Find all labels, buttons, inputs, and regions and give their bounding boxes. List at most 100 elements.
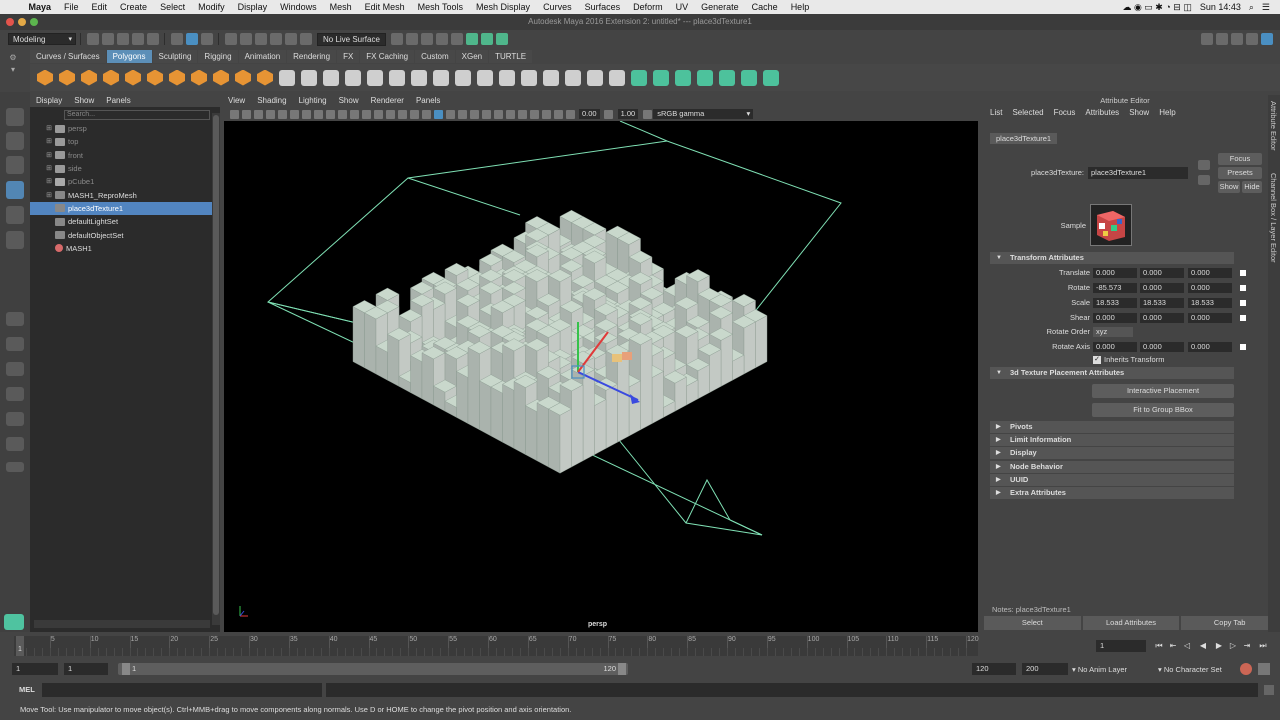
menu-generate[interactable]: Generate <box>695 2 746 12</box>
outliner-item-mash1-repromesh[interactable]: ⊞ MASH1_ReproMesh <box>30 188 220 201</box>
app-menu[interactable]: Maya <box>22 2 58 12</box>
menu-surfaces[interactable]: Surfaces <box>578 2 627 12</box>
outliner-item-mash1[interactable]: MASH1 <box>30 242 220 255</box>
outliner-item-front[interactable]: ⊞ front <box>30 149 220 162</box>
rotate-x-field[interactable]: -85.573 <box>1093 283 1137 293</box>
resolution-gate-icon[interactable] <box>325 109 335 119</box>
poly-pipe-icon[interactable] <box>213 69 229 86</box>
transform-attributes-section[interactable]: Transform Attributes <box>990 252 1234 264</box>
snap-curve-icon[interactable] <box>239 33 252 45</box>
field-chart-icon[interactable] <box>349 109 359 119</box>
xray-components-icon[interactable] <box>553 109 563 119</box>
outliner-horizontal-scrollbar[interactable] <box>34 620 210 628</box>
expand-icon[interactable]: ⊞ <box>45 122 53 135</box>
animation-start-field[interactable]: 1 <box>64 663 108 675</box>
shelf-tab-xgen[interactable]: XGen <box>455 50 489 63</box>
mel-label[interactable]: MEL <box>19 685 35 694</box>
scale-tool-icon[interactable] <box>6 231 24 249</box>
outliner-item-defaultlightset[interactable]: defaultLightSet <box>30 215 220 228</box>
display-section[interactable]: Display <box>990 447 1234 459</box>
poly-cube-icon[interactable] <box>59 69 75 86</box>
paint-select-tool-icon[interactable] <box>6 156 24 174</box>
outliner-scrollbar[interactable] <box>212 113 220 625</box>
safe-action-icon[interactable] <box>361 109 371 119</box>
poly-text-icon[interactable] <box>235 69 251 86</box>
scale-x-field[interactable]: 18.533 <box>1093 298 1137 308</box>
rotate-y-field[interactable]: 0.000 <box>1140 283 1184 293</box>
pivots-section[interactable]: Pivots <box>990 421 1234 433</box>
node-behavior-section[interactable]: Node Behavior <box>990 461 1234 473</box>
camera-attributes-icon[interactable] <box>241 109 251 119</box>
keyframe-icon[interactable] <box>1240 300 1246 306</box>
poly-plane-icon[interactable] <box>147 69 163 86</box>
extrude-icon[interactable] <box>389 69 405 86</box>
ae-menu-list[interactable]: List <box>990 106 1002 120</box>
rotate-axis-y-field[interactable]: 0.000 <box>1140 342 1184 352</box>
uv-editor-icon[interactable] <box>719 69 735 86</box>
select-component-icon[interactable] <box>200 33 213 45</box>
viewport-menu-view[interactable]: View <box>228 95 245 107</box>
insert-edge-loop-icon[interactable] <box>455 69 471 86</box>
rotate-tool-icon[interactable] <box>6 206 24 224</box>
menu-select[interactable]: Select <box>154 2 192 12</box>
magnet-icon[interactable] <box>299 33 312 45</box>
shear-z-field[interactable]: 0.000 <box>1188 313 1232 323</box>
translate-z-field[interactable]: 0.000 <box>1188 268 1232 278</box>
script-editor-icon[interactable] <box>1264 685 1274 695</box>
select-hierarchy-icon[interactable] <box>170 33 183 45</box>
poly-sphere-icon[interactable] <box>37 69 53 86</box>
anim-layer-dropdown[interactable]: ▾ No Anim Layer <box>1072 665 1127 674</box>
rotate-axis-x-field[interactable]: 0.000 <box>1093 342 1137 352</box>
expand-icon[interactable]: ⊞ <box>45 189 53 202</box>
bridge-icon[interactable] <box>411 69 427 86</box>
focus-toggle-icon[interactable] <box>1198 160 1210 170</box>
expand-icon[interactable]: ⊞ <box>45 149 53 162</box>
viewport-menu-panels[interactable]: Panels <box>416 95 440 107</box>
outliner-menu-panels[interactable]: Panels <box>106 95 130 107</box>
extra-layout-icon[interactable] <box>6 462 24 472</box>
presets-button[interactable]: Presets <box>1218 167 1262 179</box>
focus-button[interactable]: Focus <box>1218 153 1262 165</box>
layout-icon[interactable] <box>1200 33 1213 45</box>
xray-joints-icon[interactable] <box>541 109 551 119</box>
expand-icon[interactable]: ⊞ <box>45 162 53 175</box>
menu-curves[interactable]: Curves <box>537 2 579 12</box>
separate-icon[interactable] <box>301 69 317 86</box>
triangulate-icon[interactable] <box>587 69 603 86</box>
toggle-panels-icon[interactable] <box>496 33 509 45</box>
menu-modify[interactable]: Modify <box>192 2 232 12</box>
inherits-transform-checkbox[interactable]: ✓ <box>1093 356 1101 364</box>
rotate-axis-z-field[interactable]: 0.000 <box>1188 342 1232 352</box>
mash-logo-icon[interactable] <box>4 614 24 630</box>
move-tool-icon[interactable] <box>6 181 24 199</box>
shelf-tab-rendering[interactable]: Rendering <box>287 50 337 63</box>
textured-icon[interactable] <box>433 109 443 119</box>
keyframe-icon[interactable] <box>1240 270 1246 276</box>
xray-icon[interactable] <box>529 109 539 119</box>
color-space-dropdown[interactable]: sRGB gamma <box>653 109 754 119</box>
shelf-tab-fx[interactable]: FX <box>337 50 360 63</box>
lights-icon[interactable] <box>445 109 455 119</box>
translate-y-field[interactable]: 0.000 <box>1140 268 1184 278</box>
interactive-placement-button[interactable]: Interactive Placement <box>1092 384 1234 398</box>
play-backward-button[interactable]: ◀ <box>1198 641 1208 651</box>
gate-mask-icon[interactable] <box>337 109 347 119</box>
menu-create[interactable]: Create <box>114 2 154 12</box>
quadrangulate-icon[interactable] <box>609 69 625 86</box>
menu-deform[interactable]: Deform <box>627 2 670 12</box>
ambient-occlusion-icon[interactable] <box>469 109 479 119</box>
render-view-icon[interactable] <box>406 33 419 45</box>
animation-prefs-icon[interactable] <box>1258 663 1270 675</box>
ae-menu-selected[interactable]: Selected <box>1012 106 1043 120</box>
combine-icon[interactable] <box>279 69 295 86</box>
auto-key-icon[interactable] <box>1240 663 1252 675</box>
node-name-field[interactable]: place3dTexture1 <box>1088 167 1188 179</box>
color-management-icon[interactable] <box>642 109 652 119</box>
rotate-order-dropdown[interactable]: xyz <box>1093 327 1133 337</box>
layout-icon[interactable] <box>1230 33 1243 45</box>
lasso-tool-icon[interactable] <box>6 132 24 150</box>
menu-cache[interactable]: Cache <box>745 2 784 12</box>
scale-y-field[interactable]: 18.533 <box>1140 298 1184 308</box>
grease-pencil-icon[interactable] <box>289 109 299 119</box>
gamma-field[interactable]: 1.00 <box>617 109 639 119</box>
